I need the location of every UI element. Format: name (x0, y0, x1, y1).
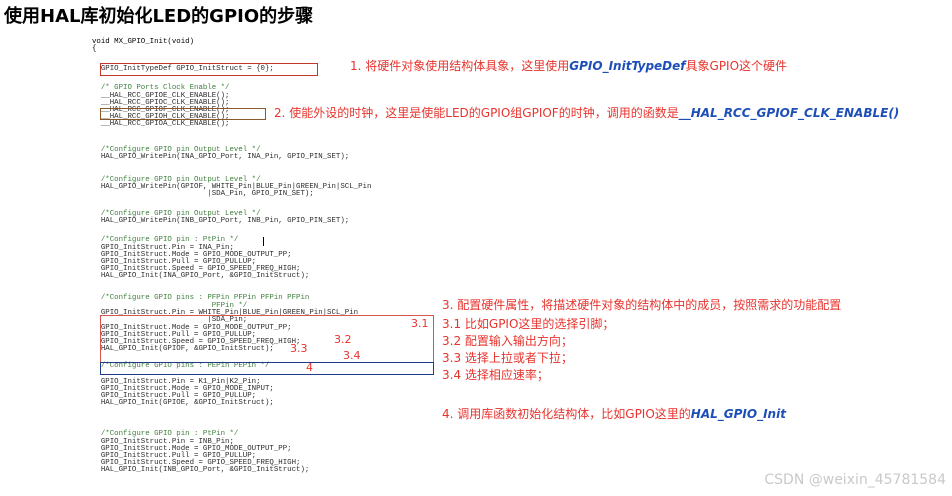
tag-3-2: 3.2 (334, 333, 352, 346)
code-line: |SDA_Pin, GPIO_PIN_SET); (92, 190, 314, 198)
code-line: __HAL_RCC_GPIOA_CLK_ENABLE(); (92, 120, 230, 128)
annotation-step3: 3. 配置硬件属性，将描述硬件对象的结构体中的成员，按照需求的功能配置 (442, 298, 842, 312)
annotation-step1: 1. 将硬件对象使用结构体具象，这里使用GPIO_InitTypeDef具象GP… (350, 57, 787, 74)
box-step1-struct (100, 63, 318, 76)
code-line: HAL_GPIO_WritePin(INA_GPIO_Port, INA_Pin… (92, 153, 350, 161)
csdn-watermark: CSDN @weixin_45781584 (764, 472, 946, 488)
annotation-step4-em: HAL_GPIO_Init (690, 407, 786, 421)
tag-3-1: 3.1 (411, 317, 429, 330)
code-line: void MX_GPIO_Init(void) (92, 38, 195, 46)
annotation-step2-text: 2. 使能外设的时钟，这里是使能LED的GPIO组GPIOF的时钟，调用的函数是 (274, 106, 679, 120)
annotation-step1-tail: 具象GPIO这个硬件 (685, 59, 788, 73)
text-cursor (263, 237, 264, 246)
box-step3-attributes (100, 315, 434, 363)
code-line: HAL_GPIO_WritePin(INB_GPIO_Port, INB_Pin… (92, 217, 350, 225)
tag-4: 4 (306, 361, 313, 374)
annotation-step3-2: 3.2 配置输入输出方向； (442, 334, 573, 348)
code-line: /* GPIO Ports Clock Enable */ (92, 84, 230, 92)
annotation-step1-text: 1. 将硬件对象使用结构体具象，这里使用 (350, 59, 570, 73)
code-line: /*Configure GPIO pins : PFPin PFPin PFPi… (92, 294, 310, 302)
annotation-step3-3: 3.3 选择上拉或者下拉； (442, 351, 573, 365)
code-line: /*Configure GPIO pin : PtPin */ (92, 236, 239, 244)
annotation-step4: 4. 调用库函数初始化结构体，比如GPIO这里的HAL_GPIO_Init (442, 405, 786, 422)
annotation-step2: 2. 使能外设的时钟，这里是使能LED的GPIO组GPIOF的时钟，调用的函数是… (274, 104, 899, 121)
tag-3-4: 3.4 (343, 349, 361, 362)
annotation-step2-em: __HAL_RCC_GPIOF_CLK_ENABLE() (678, 106, 900, 120)
code-line: { (92, 45, 97, 53)
box-step4-init (100, 362, 434, 375)
annotation-step3-1: 3.1 比如GPIO这里的选择引脚； (442, 317, 615, 331)
code-line: HAL_GPIO_Init(INA_GPIO_Port, &GPIO_InitS… (92, 272, 310, 280)
box-step2-clock (100, 108, 266, 120)
page-title: 使用HAL库初始化LED的GPIO的步骤 (4, 6, 314, 27)
code-line: /*Configure GPIO pin : PtPin */ (92, 430, 239, 438)
code-line: HAL_GPIO_Init(GPIOE, &GPIO_InitStruct); (92, 399, 274, 407)
annotation-step3-4: 3.4 选择相应速率； (442, 368, 549, 382)
code-line: HAL_GPIO_Init(INB_GPIO_Port, &GPIO_InitS… (92, 466, 310, 474)
annotation-step4-text: 4. 调用库函数初始化结构体，比如GPIO这里的 (442, 407, 691, 421)
annotation-step1-em: GPIO_InitTypeDef (569, 59, 686, 73)
tag-3-3: 3.3 (290, 342, 308, 355)
